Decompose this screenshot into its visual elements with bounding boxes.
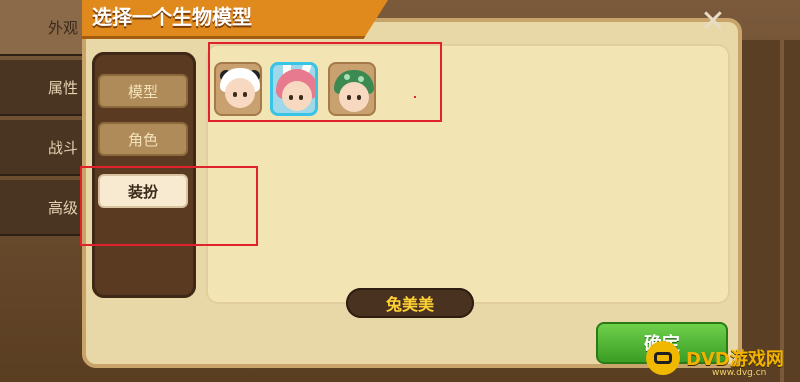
gamepad-icon [646, 341, 680, 375]
close-button[interactable]: ✕ [694, 3, 732, 39]
category-character-button[interactable]: 角色 [98, 122, 188, 156]
bg-tab-attributes: 属性 [0, 60, 86, 116]
background-divider [780, 40, 784, 382]
annotation-box-items [208, 42, 442, 122]
background-right-strip [742, 40, 800, 382]
close-icon: ✕ [700, 3, 726, 39]
annotation-dot [414, 96, 416, 98]
bg-tab-combat: 战斗 [0, 120, 86, 176]
watermark-url: www.dvg.cn [712, 368, 767, 378]
dialog-title: 选择一个生物模型 [92, 5, 252, 29]
background-tab-list: 外观 属性 战斗 高级 [0, 0, 86, 382]
annotation-box-outfit [80, 166, 258, 246]
category-model-button[interactable]: 模型 [98, 74, 188, 108]
selected-model-name: 兔美美 [346, 288, 474, 318]
bg-tab-appearance: 外观 [0, 0, 86, 56]
bg-tab-advanced: 高级 [0, 180, 86, 236]
